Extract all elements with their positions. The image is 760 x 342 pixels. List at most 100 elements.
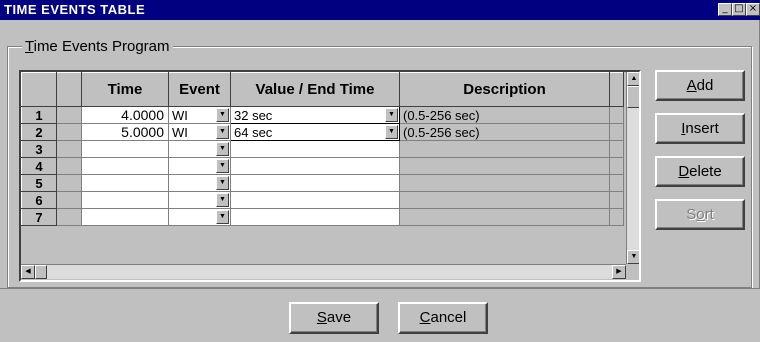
horizontal-scrollbar[interactable]: ◀ ▶ <box>21 264 626 279</box>
description-cell <box>399 157 610 175</box>
group-label: Time Events Program <box>22 38 173 55</box>
row-end-spacer <box>609 157 624 175</box>
blank-header <box>56 72 82 107</box>
event-cell[interactable]: WI ▼ <box>168 123 231 141</box>
table-row[interactable]: 2 5.0000 WI ▼ 64 sec ▼ (0.5-256 sec) <box>21 123 624 141</box>
insert-button[interactable]: Insert <box>655 113 745 144</box>
scroll-up-icon[interactable]: ▲ <box>627 72 639 86</box>
event-cell[interactable]: ▼ <box>168 174 231 192</box>
chevron-down-icon[interactable]: ▼ <box>216 193 229 207</box>
row-end-spacer <box>609 123 624 141</box>
close-icon[interactable]: × <box>746 3 760 16</box>
column-header-time[interactable]: Time <box>81 72 169 107</box>
description-cell <box>399 191 610 209</box>
table-row[interactable]: 7 ▼ <box>21 208 624 226</box>
row-spacer <box>56 106 82 124</box>
row-end-spacer <box>609 140 624 158</box>
column-header-description[interactable]: Description <box>399 72 610 107</box>
add-button[interactable]: Add <box>655 70 745 101</box>
row-end-spacer <box>609 191 624 209</box>
row-end-spacer <box>609 106 624 124</box>
time-cell[interactable] <box>81 157 169 175</box>
row-end-spacer <box>609 208 624 226</box>
time-cell[interactable] <box>81 174 169 192</box>
value-cell[interactable] <box>230 208 400 226</box>
chevron-down-icon[interactable]: ▼ <box>216 210 229 224</box>
hscroll-thumb[interactable] <box>35 265 47 279</box>
time-cell[interactable] <box>81 208 169 226</box>
table-row[interactable]: 1 4.0000 WI ▼ 32 sec ▼ (0.5-256 sec) <box>21 106 624 124</box>
time-cell[interactable] <box>81 191 169 209</box>
event-value: WI <box>172 107 188 123</box>
description-cell <box>399 174 610 192</box>
event-cell[interactable]: ▼ <box>168 191 231 209</box>
maximize-icon[interactable]: □ <box>732 3 746 16</box>
event-cell[interactable]: ▼ <box>168 157 231 175</box>
row-spacer <box>56 174 82 192</box>
row-number[interactable]: 1 <box>21 106 57 124</box>
row-spacer <box>56 191 82 209</box>
time-cell[interactable] <box>81 140 169 158</box>
value-cell[interactable] <box>230 157 400 175</box>
value-text: 64 sec <box>234 124 273 140</box>
minimize-icon[interactable]: _ <box>718 3 732 16</box>
row-number[interactable]: 2 <box>21 123 57 141</box>
time-cell[interactable]: 5.0000 <box>81 123 169 141</box>
scroll-down-icon[interactable]: ▼ <box>627 250 639 264</box>
chevron-down-icon[interactable]: ▼ <box>216 142 229 156</box>
row-spacer <box>56 208 82 226</box>
chevron-down-icon[interactable]: ▼ <box>216 125 229 139</box>
sort-button[interactable]: Sort <box>655 199 745 230</box>
table-row[interactable]: 5 ▼ <box>21 174 624 192</box>
row-number[interactable]: 5 <box>21 174 57 192</box>
event-cell[interactable]: ▼ <box>168 140 231 158</box>
row-number[interactable]: 6 <box>21 191 57 209</box>
value-cell[interactable] <box>230 140 400 158</box>
scrollbar-corner <box>626 264 639 278</box>
footer-area <box>0 288 760 342</box>
event-value: WI <box>172 124 188 140</box>
title-bar[interactable]: Time Events Table _ □ × <box>0 0 760 20</box>
row-spacer <box>56 123 82 141</box>
time-cell[interactable]: 4.0000 <box>81 106 169 124</box>
chevron-down-icon[interactable]: ▼ <box>385 108 398 122</box>
value-cell[interactable]: 32 sec ▼ <box>230 106 400 124</box>
description-cell: (0.5-256 sec) <box>399 123 610 141</box>
scroll-thumb[interactable] <box>627 86 639 108</box>
value-cell[interactable] <box>230 174 400 192</box>
description-cell <box>399 208 610 226</box>
row-number[interactable]: 7 <box>21 208 57 226</box>
chevron-down-icon[interactable]: ▼ <box>216 108 229 122</box>
description-cell <box>399 140 610 158</box>
row-end-spacer <box>609 174 624 192</box>
row-number[interactable]: 4 <box>21 157 57 175</box>
table-row[interactable]: 6 ▼ <box>21 191 624 209</box>
events-grid[interactable]: Time Event Value / End Time Description … <box>19 70 641 282</box>
header-spacer <box>609 72 624 107</box>
column-header-value[interactable]: Value / End Time <box>230 72 400 107</box>
event-cell[interactable]: WI ▼ <box>168 106 231 124</box>
vertical-scrollbar[interactable]: ▲ ▼ <box>626 72 639 264</box>
scroll-right-icon[interactable]: ▶ <box>612 265 626 279</box>
corner-header <box>21 72 57 107</box>
save-button[interactable]: Save <box>289 302 379 334</box>
value-cell[interactable] <box>230 191 400 209</box>
table-row[interactable]: 3 ▼ <box>21 140 624 158</box>
value-text: 32 sec <box>234 107 273 123</box>
value-cell[interactable]: 64 sec ▼ <box>230 123 400 141</box>
delete-button[interactable]: Delete <box>655 156 745 187</box>
row-spacer <box>56 157 82 175</box>
cancel-button[interactable]: Cancel <box>398 302 488 334</box>
table-row[interactable]: 4 ▼ <box>21 157 624 175</box>
event-cell[interactable]: ▼ <box>168 208 231 226</box>
chevron-down-icon[interactable]: ▼ <box>216 159 229 173</box>
window-controls: _ □ × <box>718 3 760 16</box>
column-header-event[interactable]: Event <box>168 72 231 107</box>
scroll-left-icon[interactable]: ◀ <box>21 265 35 279</box>
grid-header-row: Time Event Value / End Time Description <box>21 72 624 107</box>
description-cell: (0.5-256 sec) <box>399 106 610 124</box>
time-events-window: Time Events Table _ □ × Time Events Prog… <box>0 0 760 342</box>
row-number[interactable]: 3 <box>21 140 57 158</box>
chevron-down-icon[interactable]: ▼ <box>385 125 398 139</box>
chevron-down-icon[interactable]: ▼ <box>216 176 229 190</box>
